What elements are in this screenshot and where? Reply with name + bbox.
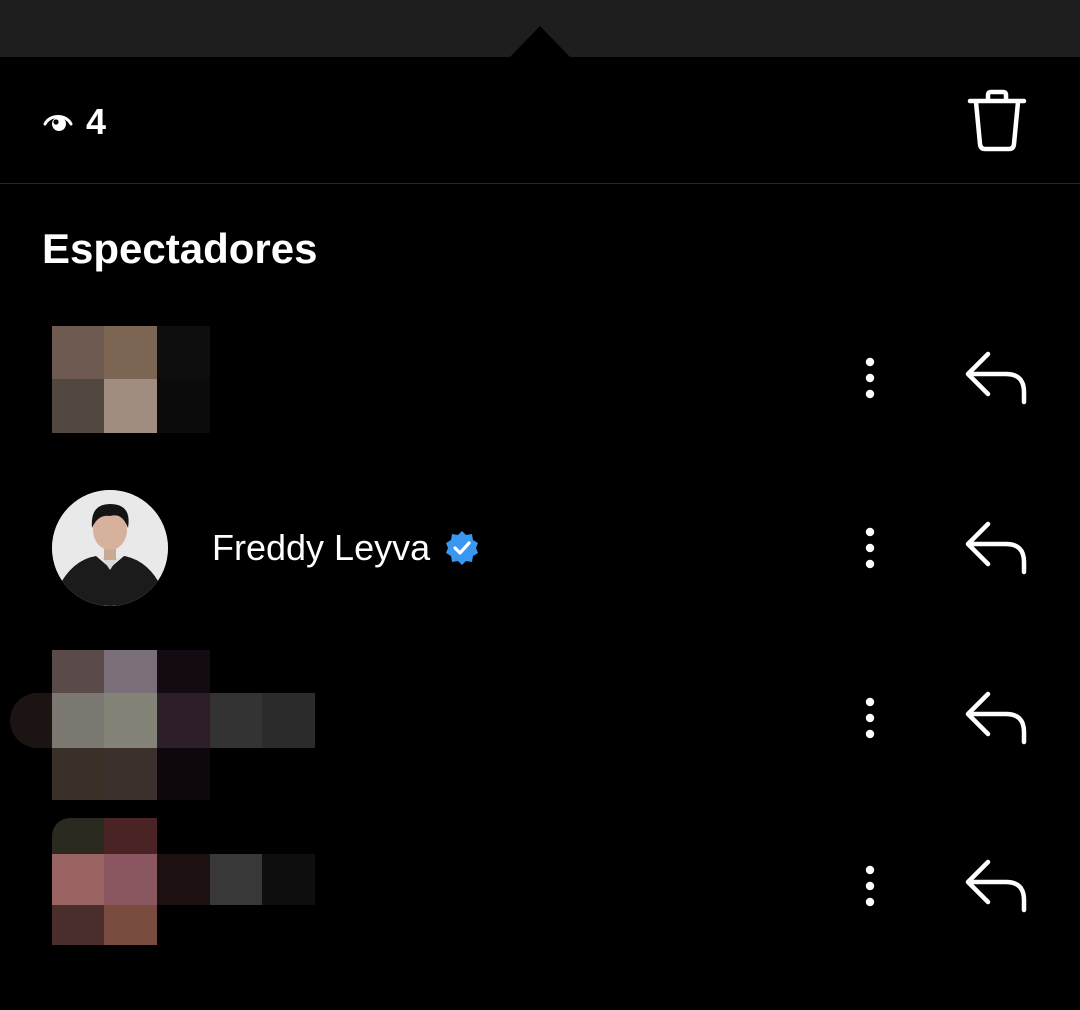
reply-button[interactable] — [960, 516, 1032, 578]
view-count-number: 4 — [86, 101, 107, 142]
verified-badge-icon — [446, 531, 479, 565]
reply-arrow-icon — [965, 351, 1027, 405]
reply-arrow-icon — [965, 521, 1027, 575]
more-vertical-icon — [865, 357, 875, 399]
viewers-header — [0, 57, 1080, 183]
header-divider — [0, 183, 1080, 184]
viewer-name-text: Freddy Leyva — [212, 527, 431, 568]
viewer-row[interactable] — [0, 650, 1080, 800]
avatar-pixelated[interactable] — [10, 650, 315, 800]
view-count: 4 — [42, 100, 106, 144]
more-options-button[interactable] — [850, 518, 890, 578]
more-vertical-icon — [865, 697, 875, 739]
more-vertical-icon — [865, 865, 875, 907]
viewer-row[interactable]: Freddy Leyva — [0, 490, 1080, 640]
reply-button[interactable] — [960, 346, 1032, 408]
more-options-button[interactable] — [850, 856, 890, 916]
top-bar — [0, 0, 1080, 57]
avatar-pixelated[interactable] — [52, 818, 315, 945]
more-vertical-icon — [865, 527, 875, 569]
eye-icon — [43, 115, 73, 131]
reply-arrow-icon — [965, 859, 1027, 913]
popover-pointer — [510, 26, 570, 57]
delete-button[interactable] — [966, 89, 1028, 153]
more-options-button[interactable] — [850, 688, 890, 748]
profile-photo — [52, 490, 168, 606]
viewer-row[interactable] — [0, 818, 1080, 968]
avatar[interactable] — [52, 490, 168, 606]
viewer-name[interactable]: Freddy Leyva — [212, 526, 480, 570]
viewer-row[interactable] — [0, 320, 1080, 470]
section-title: Espectadores — [42, 225, 318, 272]
avatar-pixelated[interactable] — [52, 320, 210, 436]
more-options-button[interactable] — [850, 348, 890, 408]
reply-arrow-icon — [965, 691, 1027, 745]
reply-button[interactable] — [960, 686, 1032, 748]
reply-button[interactable] — [960, 854, 1032, 916]
trash-icon — [967, 89, 1027, 152]
